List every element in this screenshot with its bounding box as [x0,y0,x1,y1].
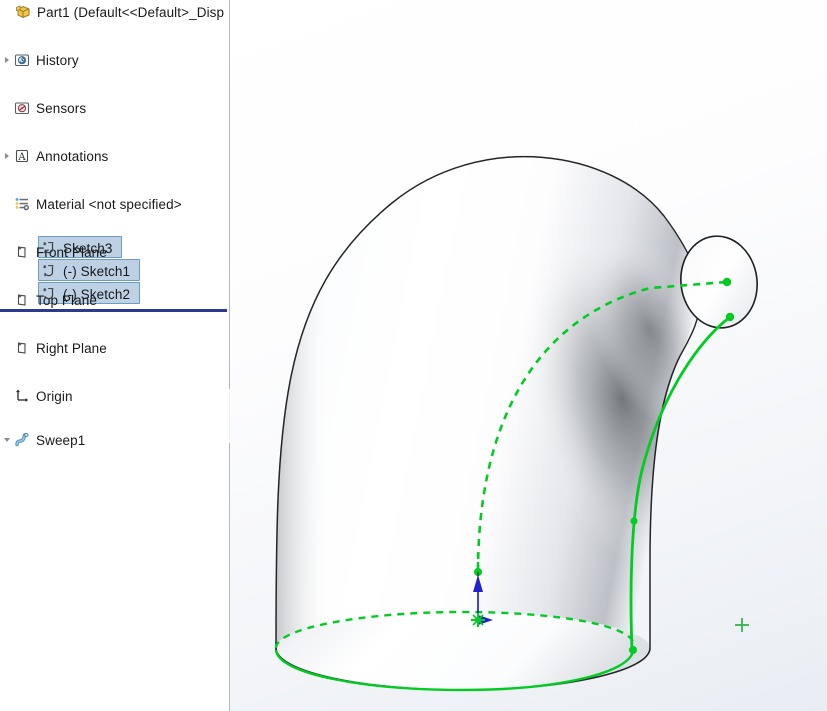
model-canvas [274,155,758,693]
annotations-icon: A [13,147,31,165]
material-icon [13,195,31,213]
bottom-arc-endpoint [629,646,637,654]
tree-item-label: Right Plane [36,340,107,356]
tree-item-sketch1[interactable]: (-) Sketch1 [40,259,130,283]
svg-text:A: A [17,152,26,163]
expand-arrow-history-icon[interactable] [0,48,13,72]
tree-item-sketch3[interactable]: Sketch3 [40,236,112,260]
sensors-icon [13,99,31,117]
origin-axes-icon [13,387,31,405]
expand-arrow-annotations-icon[interactable] [0,144,13,168]
solidworks-window: Part1 (Default<<Default>_Disp History Se… [0,0,827,711]
rollback-bar[interactable] [0,309,227,312]
plane-icon [13,339,31,357]
collapse-arrow-sweep1-icon[interactable] [0,428,13,452]
part-box-icon [14,3,32,21]
tree-item-label: Sensors [36,100,87,116]
sketch-icon [40,239,58,257]
twisty-placeholder [0,384,13,408]
tree-item-origin[interactable]: Origin [0,384,229,408]
feature-manager-tree-panel[interactable]: Part1 (Default<<Default>_Disp History Se… [0,0,230,711]
tree-item-label: History [36,52,79,68]
origin-star-marker [471,613,485,627]
profile-circle-bottom-point [725,312,735,322]
twisty-placeholder [0,96,13,120]
tree-item-history[interactable]: History [0,48,229,72]
tree-item-label: Material <not specified> [36,196,182,212]
tree-item-sweep1[interactable]: Sweep1 [0,428,229,452]
tree-item-right-plane[interactable]: Right Plane [0,336,229,360]
tree-item-annotations[interactable]: A Annotations [0,144,229,168]
tree-item-label: (-) Sketch2 [63,286,131,302]
tree-item-label: (-) Sketch1 [63,263,131,279]
sweep-body [275,155,701,693]
tree-item-label: Sweep1 [36,432,86,448]
tree-item-label: Sketch3 [63,240,113,256]
sketch-point-marker[interactable] [735,618,749,632]
sweep-feature-icon [13,431,31,449]
plane-icon [13,243,31,261]
tree-item-label: Part1 (Default<<Default>_Disp [37,4,225,20]
sketch-icon [40,262,58,280]
twisty-placeholder [0,240,13,264]
tree-item-part1[interactable]: Part1 (Default<<Default>_Disp [0,0,229,24]
plane-icon [13,291,31,309]
twisty-placeholder [0,192,13,216]
tree-item-material[interactable]: Material <not specified> [0,192,229,216]
tree-item-sensors[interactable]: Sensors [0,96,229,120]
profile-circle-center-point [722,277,732,287]
tree-item-sketch2[interactable]: (-) Sketch2 [40,282,130,306]
history-icon [13,51,31,69]
tree-item-label: Annotations [36,148,109,164]
twisty-placeholder [0,336,13,360]
twisty-placeholder [1,0,14,24]
3d-graphics-viewport[interactable] [230,0,827,711]
guide-curve-midpoint [630,517,638,525]
tree-item-label: Origin [36,388,73,404]
sketch-icon [40,285,58,303]
